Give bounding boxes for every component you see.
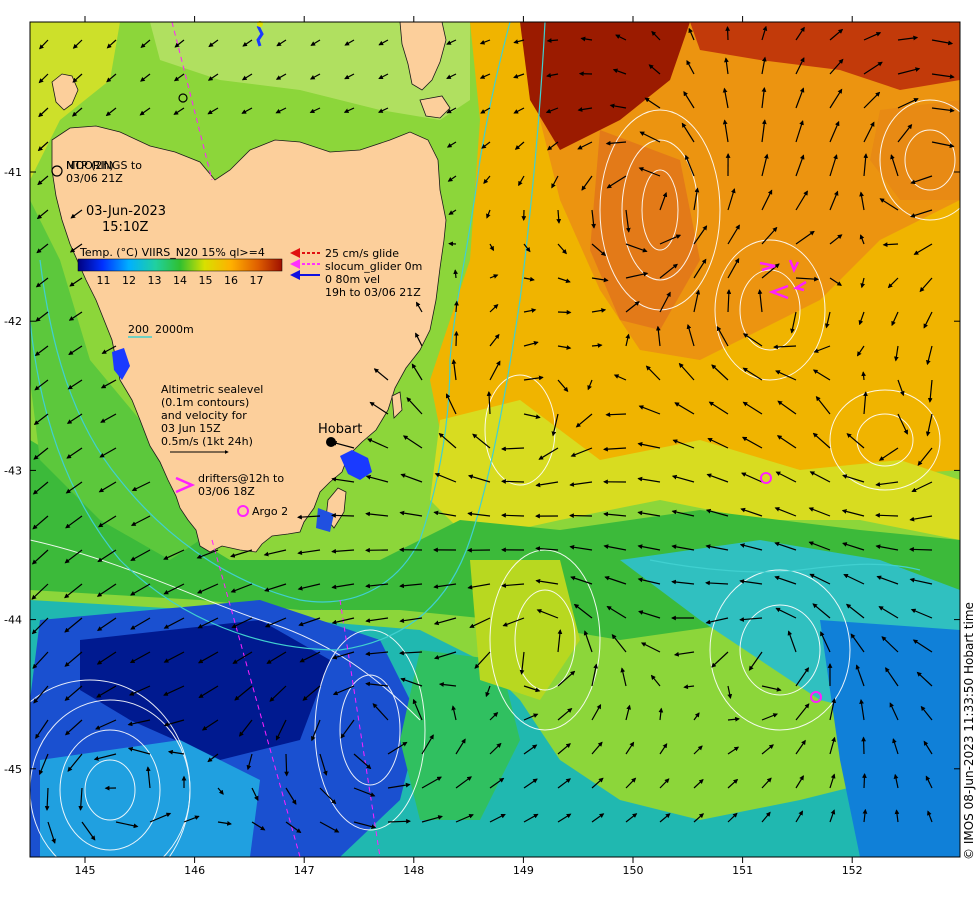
hobart-marker — [326, 437, 336, 447]
isobath-label-200: 200 — [128, 323, 149, 336]
colorbar-tick-label: 16 — [224, 274, 238, 287]
glider-legend-line4: 19h to 03/06 21Z — [325, 286, 421, 299]
velocity-arrow — [909, 547, 933, 552]
colorbar-tick-label: 15 — [199, 274, 213, 287]
colorbar-label: Temp. (°C) VIIRS_N20 15% ql>=4 — [79, 246, 265, 259]
lon-tick-label: 147 — [294, 864, 315, 877]
velocity-arrow — [882, 242, 899, 247]
lat-tick-label: -45 — [4, 763, 22, 776]
velocity-arrow — [501, 479, 525, 484]
colorbar-tick-label: 11 — [97, 274, 111, 287]
lon-tick-label: 151 — [732, 864, 753, 877]
glider-legend-line2: slocum_glider 0m — [325, 260, 422, 273]
map-date: 03-Jun-2023 — [86, 204, 166, 219]
velocity-arrow — [331, 513, 355, 518]
lat-tick-label: -41 — [4, 166, 22, 179]
hobart-label: Hobart — [318, 422, 362, 437]
lat-tick-label: -43 — [4, 464, 22, 477]
lon-tick-label: 145 — [75, 864, 96, 877]
isobath-label-2000: 2000m — [155, 323, 194, 336]
altimetry-note-4: 03 Jun 15Z — [161, 422, 221, 435]
velocity-arrow — [875, 512, 899, 518]
sst-current-map: MOORINGS to NTP (2h) 03/06 21Z 03-Jun-20… — [4, 16, 961, 877]
lat-tick-label: -44 — [4, 614, 22, 627]
velocity-arrow — [454, 300, 459, 313]
colorbar-tick-label: 17 — [250, 274, 264, 287]
lon-tick-label: 148 — [403, 864, 424, 877]
altimetry-note-5: 0.5m/s (1kt 24h) — [161, 435, 253, 448]
lon-tick-label: 146 — [184, 864, 205, 877]
credit-text: © IMOS 08-Jun-2023 11:33:50 Hobart time — [962, 602, 976, 860]
lon-tick-label: 149 — [513, 864, 534, 877]
velocity-arrow — [501, 512, 525, 518]
velocity-arrow — [569, 513, 593, 518]
velocity-arrow — [605, 412, 627, 418]
glider-legend-line1: 25 cm/s glide — [325, 247, 399, 260]
lon-tick-label: 150 — [623, 864, 644, 877]
velocity-arrow — [862, 773, 867, 789]
colorbar-tick-label: 13 — [148, 274, 162, 287]
altimetry-note-1: Altimetric sealevel — [161, 383, 263, 396]
colorbar-tick-label: 12 — [122, 274, 136, 287]
velocity-arrow — [453, 269, 458, 279]
drifter-legend-line1: drifters@12h to — [198, 472, 284, 485]
colorbar — [77, 258, 283, 272]
velocity-arrow — [861, 736, 867, 755]
velocity-arrow — [725, 26, 731, 41]
velocity-arrow — [453, 330, 459, 347]
altimetry-note-3: and velocity for — [161, 409, 247, 422]
colorbar-tick-label: 14 — [173, 274, 187, 287]
lat-tick-label: -42 — [4, 315, 22, 328]
argo-legend-label: Argo 2 — [252, 505, 288, 518]
velocity-arrow — [861, 371, 866, 381]
altimetry-note-2: (0.1m contours) — [161, 396, 249, 409]
velocity-arrow — [557, 309, 572, 315]
map-time: 15:10Z — [102, 220, 148, 235]
drifter-legend-line2: 03/06 18Z — [198, 485, 255, 498]
velocity-arrow — [284, 753, 289, 777]
mooring-label-1b: NTP (2h) — [66, 159, 114, 172]
lon-tick-label: 152 — [842, 864, 863, 877]
glider-legend-line3: 0 80m vel — [325, 273, 380, 286]
mooring-label-2: 03/06 21Z — [66, 172, 123, 185]
velocity-arrow — [387, 818, 411, 824]
